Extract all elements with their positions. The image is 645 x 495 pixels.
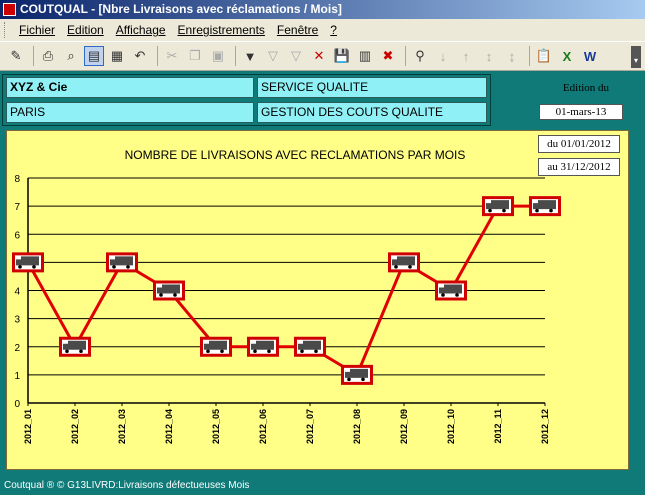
x-tick-label: 2012_08 (352, 409, 362, 444)
menu-bar: Fichier Edition Affichage Enregistrement… (0, 19, 645, 41)
y-tick-label: 4 (14, 287, 20, 298)
x-tick-label: 2012_11 (493, 409, 503, 444)
window-title: COUTQUAL - [Nbre Livraisons avec réclama… (20, 2, 342, 16)
report-icon[interactable]: 📋 (534, 46, 554, 66)
find-icon[interactable]: ⚲ (410, 46, 430, 66)
menu-edition[interactable]: Edition (61, 23, 110, 37)
title-bar: COUTQUAL - [Nbre Livraisons avec réclama… (0, 0, 645, 19)
design-view-icon[interactable]: ✎ (6, 46, 26, 66)
x-tick-label: 2012_06 (258, 409, 268, 444)
menu-enregistrements[interactable]: Enregistrements (172, 23, 271, 37)
y-tick-label: 0 (14, 399, 20, 410)
service-field: SERVICE QUALITE (257, 77, 487, 98)
subject-field: GESTION DES COUTS QUALITE (257, 102, 487, 123)
word-icon[interactable]: W (580, 46, 600, 66)
status-bar: Coutqual ® © G13LIVRD:Livraisons défectu… (0, 477, 645, 495)
y-tick-label: 2 (14, 343, 20, 354)
truck-icon (482, 196, 514, 217)
x-tick-label: 2012_01 (23, 409, 33, 444)
x-tick-label: 2012_04 (164, 409, 174, 444)
save-record-icon[interactable]: ▥ (355, 46, 375, 66)
truck-icon (388, 252, 420, 273)
menu-help[interactable]: ? (324, 23, 343, 37)
menu-fenetre[interactable]: Fenêtre (271, 23, 324, 37)
company-field: XYZ & Cie (6, 77, 254, 98)
toolbar-separator (235, 46, 236, 66)
delete-record-icon[interactable]: ✖ (378, 46, 398, 66)
print-icon[interactable]: ⎙ (38, 46, 58, 66)
x-tick-label: 2012_03 (117, 409, 127, 444)
truck-icon (529, 196, 561, 217)
chart-title: NOMBRE DE LIVRAISONS AVEC RECLAMATIONS P… (125, 148, 466, 162)
toolbar: ✎ ⎙ ⌕ ▤ ▦ ↶ ✂ ❐ ▣ ▼ ▽ ▽ ✕ 💾 ▥ ✖ ⚲ ↓ ↑ ↕ … (0, 41, 645, 71)
toolbar-separator (157, 46, 158, 66)
menu-affichage[interactable]: Affichage (110, 23, 172, 37)
sort-asc-icon[interactable]: ↓ (433, 46, 453, 66)
delivery-claims-chart: NOMBRE DE LIVRAISONS AVEC RECLAMATIONS P… (12, 148, 561, 444)
edition-box: Edition du 01-mars-13 (527, 78, 645, 120)
excel-icon[interactable]: X (557, 46, 577, 66)
truck-icon (247, 336, 279, 357)
sort-za-icon[interactable]: ↕ (479, 46, 499, 66)
truck-icon (59, 336, 91, 357)
datasheet-view-icon[interactable]: ▦ (107, 46, 127, 66)
header-box: XYZ & Cie SERVICE QUALITE PARIS GESTION … (2, 74, 491, 126)
x-tick-label: 2012_02 (70, 409, 80, 444)
print-preview-icon[interactable]: ⌕ (61, 46, 81, 66)
save-icon[interactable]: 💾 (332, 46, 352, 66)
menu-fichier[interactable]: Fichier (13, 23, 61, 37)
filter-selection-icon[interactable]: ▽ (263, 46, 283, 66)
x-tick-label: 2012_10 (446, 409, 456, 444)
toolbar-separator (405, 46, 406, 66)
menu-grip (4, 22, 7, 38)
x-tick-label: 2012_12 (540, 409, 550, 444)
filter-icon[interactable]: ▼ (240, 46, 260, 66)
truck-icon (435, 280, 467, 301)
edition-date: 01-mars-13 (539, 104, 623, 120)
copy-icon[interactable]: ❐ (185, 46, 205, 66)
undo-icon[interactable]: ↶ (130, 46, 150, 66)
period-from: du 01/01/2012 (538, 135, 620, 153)
sort-desc-icon[interactable]: ↑ (456, 46, 476, 66)
truck-icon (341, 364, 373, 385)
edition-label: Edition du (562, 82, 610, 94)
toolbar-options-icon[interactable]: ▾ (631, 46, 641, 68)
city-field: PARIS (6, 102, 254, 123)
truck-icon (12, 252, 44, 273)
chart-panel: du 01/01/2012 au 31/12/2012 NOMBRE DE LI… (6, 130, 629, 470)
y-tick-label: 3 (14, 315, 20, 326)
form-view-icon[interactable]: ▤ (84, 46, 104, 66)
app-icon (3, 3, 16, 16)
y-tick-label: 1 (14, 371, 20, 382)
filter-form-icon[interactable]: ▽ (286, 46, 306, 66)
cut-icon[interactable]: ✂ (162, 46, 182, 66)
remove-filter-icon[interactable]: ✕ (309, 46, 329, 66)
paste-icon[interactable]: ▣ (208, 46, 228, 66)
sort-az-icon[interactable]: ↨ (502, 46, 522, 66)
x-tick-label: 2012_09 (399, 409, 409, 444)
truck-icon (294, 336, 326, 357)
x-tick-label: 2012_07 (305, 409, 315, 444)
x-tick-label: 2012_05 (211, 409, 221, 444)
y-tick-label: 8 (14, 174, 20, 185)
header-area: XYZ & Cie SERVICE QUALITE PARIS GESTION … (0, 72, 645, 128)
truck-icon (153, 280, 185, 301)
toolbar-separator (33, 46, 34, 66)
y-tick-label: 7 (14, 202, 20, 213)
truck-icon (200, 336, 232, 357)
y-tick-label: 6 (14, 230, 20, 241)
truck-icon (106, 252, 138, 273)
status-text: Coutqual ® © G13LIVRD:Livraisons défectu… (4, 480, 250, 491)
period-to: au 31/12/2012 (538, 158, 620, 176)
toolbar-separator (529, 46, 530, 66)
